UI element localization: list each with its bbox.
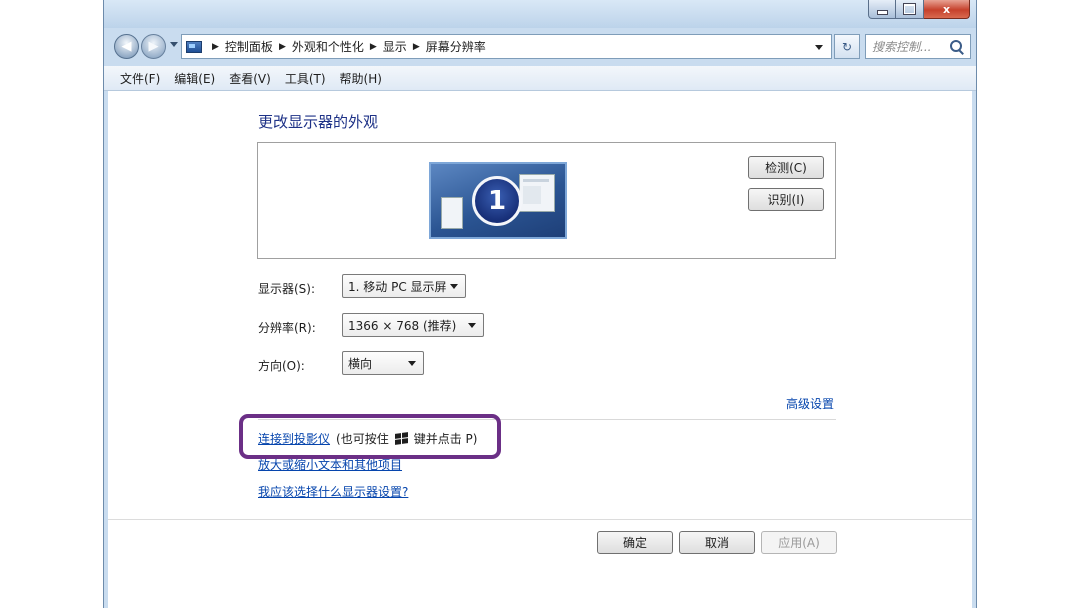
chevron-right-icon[interactable]: ▶	[413, 42, 420, 52]
advanced-settings-link[interactable]: 高级设置	[786, 395, 834, 412]
screen-resolution-window: x ◀ ▶ ▶ 控制面板 ▶ 外观和个性化 ▶ 显示 ▶ 屏幕分辨率 ↻ 搜索控…	[103, 0, 977, 608]
monitor-thumbnail[interactable]: 1	[429, 162, 567, 239]
chevron-right-icon[interactable]: ▶	[212, 42, 219, 52]
breadcrumb-control-panel[interactable]: 控制面板	[225, 38, 273, 55]
menu-tools[interactable]: 工具(T)	[285, 70, 326, 87]
breadcrumb-display[interactable]: 显示	[383, 38, 407, 55]
minimize-icon	[876, 9, 888, 15]
highlight-annotation	[239, 414, 501, 459]
refresh-button[interactable]: ↻	[834, 34, 860, 59]
orientation-select-value: 横向	[348, 356, 373, 371]
menu-bar: 文件(F) 编辑(E) 查看(V) 工具(T) 帮助(H)	[104, 66, 976, 91]
resolution-select-value: 1366 × 768 (推荐)	[348, 318, 457, 333]
refresh-icon: ↻	[841, 39, 853, 54]
chevron-right-icon[interactable]: ▶	[370, 42, 377, 52]
control-panel-icon	[186, 40, 202, 53]
display-settings-help-link[interactable]: 我应该选择什么显示器设置?	[258, 483, 408, 500]
arrow-right-icon: ▶	[148, 39, 159, 54]
maximize-button[interactable]	[896, 0, 924, 19]
close-icon: x	[942, 2, 951, 16]
menu-file[interactable]: 文件(F)	[120, 70, 160, 87]
menu-help[interactable]: 帮助(H)	[340, 70, 382, 87]
monitor-number-badge: 1	[472, 176, 522, 226]
menu-view[interactable]: 查看(V)	[229, 70, 271, 87]
address-bar[interactable]: ▶ 控制面板 ▶ 外观和个性化 ▶ 显示 ▶ 屏幕分辨率	[181, 34, 832, 59]
chevron-down-icon	[408, 361, 416, 366]
search-input[interactable]	[872, 39, 946, 54]
orientation-label: 方向(O):	[258, 359, 305, 373]
breadcrumb-appearance[interactable]: 外观和个性化	[292, 38, 364, 55]
caption-buttons: x	[868, 0, 970, 19]
footer-divider	[108, 519, 972, 520]
chevron-down-icon	[450, 284, 458, 289]
back-button[interactable]: ◀	[114, 34, 139, 59]
recent-pages-dropdown-icon[interactable]	[170, 42, 178, 47]
title-bar[interactable]: x	[104, 0, 976, 28]
display-label: 显示器(S):	[258, 282, 316, 296]
display-select-value: 1. 移动 PC 显示屏	[348, 279, 447, 294]
arrow-left-icon: ◀	[121, 39, 132, 54]
chevron-down-icon	[468, 323, 476, 328]
close-button[interactable]: x	[924, 0, 970, 19]
detect-button[interactable]: 检测(C)	[748, 156, 824, 179]
ok-button[interactable]: 确定	[597, 531, 673, 554]
resolution-select[interactable]: 1366 × 768 (推荐)	[342, 313, 484, 337]
identify-button[interactable]: 识别(I)	[748, 188, 824, 211]
minimize-button[interactable]	[868, 0, 896, 19]
orientation-select[interactable]: 横向	[342, 351, 424, 375]
chevron-down-icon[interactable]	[815, 45, 823, 50]
chevron-right-icon[interactable]: ▶	[279, 42, 286, 52]
cancel-button[interactable]: 取消	[679, 531, 755, 554]
resolution-label: 分辨率(R):	[258, 321, 316, 335]
page-title: 更改显示器的外观	[258, 113, 379, 131]
apply-button[interactable]: 应用(A)	[761, 531, 837, 554]
content-area: 更改显示器的外观 1 检测(C) 识别(I) 显示器(S): 1. 移动 PC …	[108, 91, 972, 608]
window-thumbnail-icon	[519, 174, 555, 212]
monitor-preview-panel: 1 检测(C) 识别(I)	[257, 142, 836, 259]
search-box[interactable]	[865, 34, 971, 59]
search-icon[interactable]	[950, 40, 964, 55]
menu-edit[interactable]: 编辑(E)	[174, 70, 215, 87]
breadcrumb-screen-resolution[interactable]: 屏幕分辨率	[426, 38, 486, 55]
display-select[interactable]: 1. 移动 PC 显示屏	[342, 274, 466, 298]
navigation-row: ◀ ▶ ▶ 控制面板 ▶ 外观和个性化 ▶ 显示 ▶ 屏幕分辨率 ↻	[104, 30, 976, 62]
maximize-icon	[904, 4, 915, 14]
window-thumbnail-icon	[441, 197, 463, 229]
forward-button[interactable]: ▶	[141, 34, 166, 59]
